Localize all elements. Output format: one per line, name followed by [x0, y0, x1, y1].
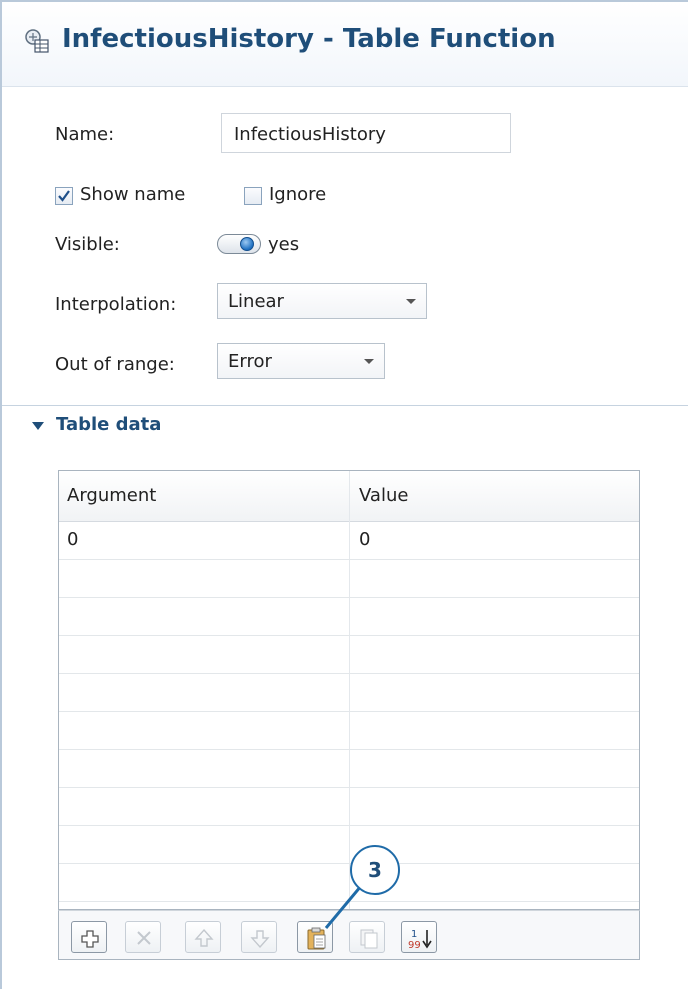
callout-pointer	[324, 885, 363, 929]
callout-badge: 3	[350, 845, 400, 895]
